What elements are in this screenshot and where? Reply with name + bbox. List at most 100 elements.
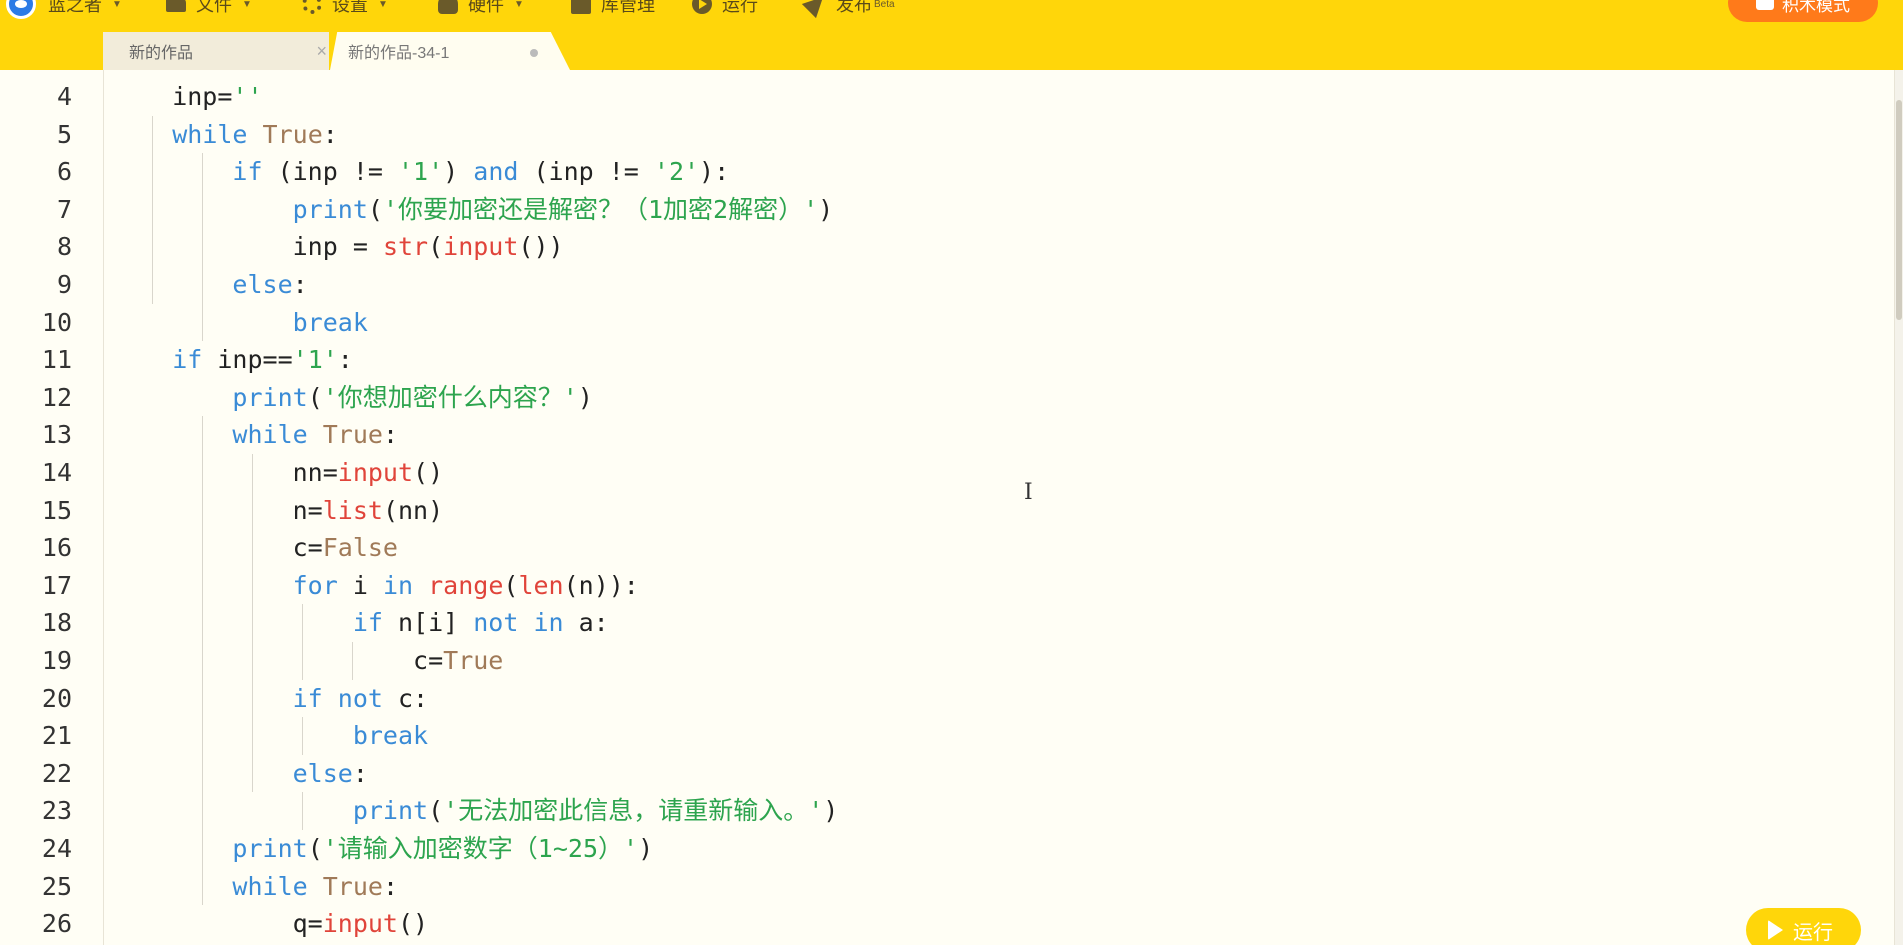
tab-new-work-34-1[interactable]: 新的作品-34-1 [330,32,570,70]
code-line: nn=input() [112,454,444,492]
code-line: print('你要加密还是解密？（1加密2解密）') [112,191,834,229]
code-token: : [382,420,399,450]
unsaved-dot-icon [530,49,538,57]
code-token: ) [823,796,839,826]
code-token: c= [112,533,323,563]
code-token: not [337,683,383,713]
code-area[interactable]: inp='' while True: if (inp != '1') and (… [104,70,1903,945]
gear-icon [302,0,322,14]
code-line: c=True [112,642,503,680]
line-number: 24 [41,834,72,863]
code-token: ( [307,834,323,863]
code-token: else [292,758,353,788]
code-token: in [533,608,564,638]
code-token: '无法加密此信息，请重新输入。' [443,796,824,826]
chevron-down-icon: ▼ [514,0,524,10]
code-token: : [352,758,368,788]
code-token: ): [699,157,730,187]
code-token: print [352,796,429,826]
code-token: c= [112,646,444,675]
code-token: True [322,420,383,450]
code-token: list [322,495,383,525]
code-line: c=False [112,529,398,567]
code-token: break [352,721,429,751]
menu-hardware-label: 硬件 [468,0,504,15]
indent-guide [302,792,303,830]
code-token: print [232,382,308,412]
run-button[interactable]: 运行 [1746,908,1861,945]
code-token: ( [367,194,383,224]
code-line: for i in range(len(n)): [112,567,639,605]
menu-settings[interactable]: 设置 ▼ [302,0,388,18]
tab-new-work[interactable]: 新的作品 × [103,32,329,70]
code-line: while True: [112,868,398,906]
code-token: else [232,270,293,299]
code-line: print('你想加密什么内容？') [112,379,593,417]
code-token: range [428,570,504,600]
code-token: if [292,683,323,713]
block-icon [1756,0,1774,10]
code-token: : [292,270,308,299]
code-line: inp = str(input()) [112,228,564,266]
play-icon [1768,920,1783,940]
code-token: '' [232,82,263,111]
code-line: print('请输入加密数字（1~25）') [112,830,653,868]
code-token: '1' [292,345,338,375]
indent-guide [202,153,203,266]
avatar-logo-icon [6,0,36,19]
code-token: '请输入加密数字（1~25）' [322,834,639,863]
code-token: input [322,909,398,939]
indent-guide [152,115,153,304]
menu-library[interactable]: 库管理 [571,0,655,18]
menu-file[interactable]: 文件 ▼ [166,0,252,18]
scrollbar-thumb[interactable] [1896,100,1902,320]
menu-publish[interactable]: 发布 Beta [801,0,895,19]
code-token: while [232,871,308,901]
code-line: while True: [112,416,398,454]
code-token: ()) [518,232,564,262]
code-token: input [443,232,519,262]
chip-icon [438,0,458,14]
code-token: (nn) [382,495,444,525]
code-token: : [382,871,399,901]
code-token: (inp != [518,157,654,187]
code-token: : [322,119,338,149]
code-editor[interactable]: 3 45678910111213141516171819202122232425… [0,70,1903,945]
menu-home-label: 蓝之者 [48,0,102,15]
menu-home[interactable]: 蓝之者 ▼ [6,0,122,19]
code-token: ) [818,194,834,224]
line-number: 23 [41,796,72,826]
code-token: break [292,307,368,337]
vertical-scrollbar[interactable] [1894,70,1903,945]
menu-run[interactable]: 运行 [692,0,758,18]
chevron-down-icon: ▼ [112,0,122,10]
line-number: 10 [41,307,72,337]
close-icon[interactable]: × [316,41,327,62]
code-token: '你要加密还是解密？（1加密2解密）' [382,194,819,224]
code-line: if n[i] not in a: [112,604,609,642]
code-token: len [518,570,564,600]
code-token: n[i] [382,608,474,638]
send-icon [801,0,831,19]
code-token: : [337,345,353,375]
code-token: ( [307,382,323,412]
code-token: and [473,157,519,187]
line-number: 22 [41,758,72,788]
code-line: break [112,717,428,755]
line-number: 7 [56,194,72,224]
text-cursor-icon: I [1024,480,1033,505]
block-mode-button[interactable]: 积木模式 [1728,0,1878,22]
menu-hardware[interactable]: 硬件 ▼ [438,0,524,18]
code-token: '2' [653,157,700,187]
code-token: True [322,871,383,901]
code-token: i [337,570,383,600]
line-number: 17 [41,570,72,600]
menu-settings-label: 设置 [332,0,368,15]
